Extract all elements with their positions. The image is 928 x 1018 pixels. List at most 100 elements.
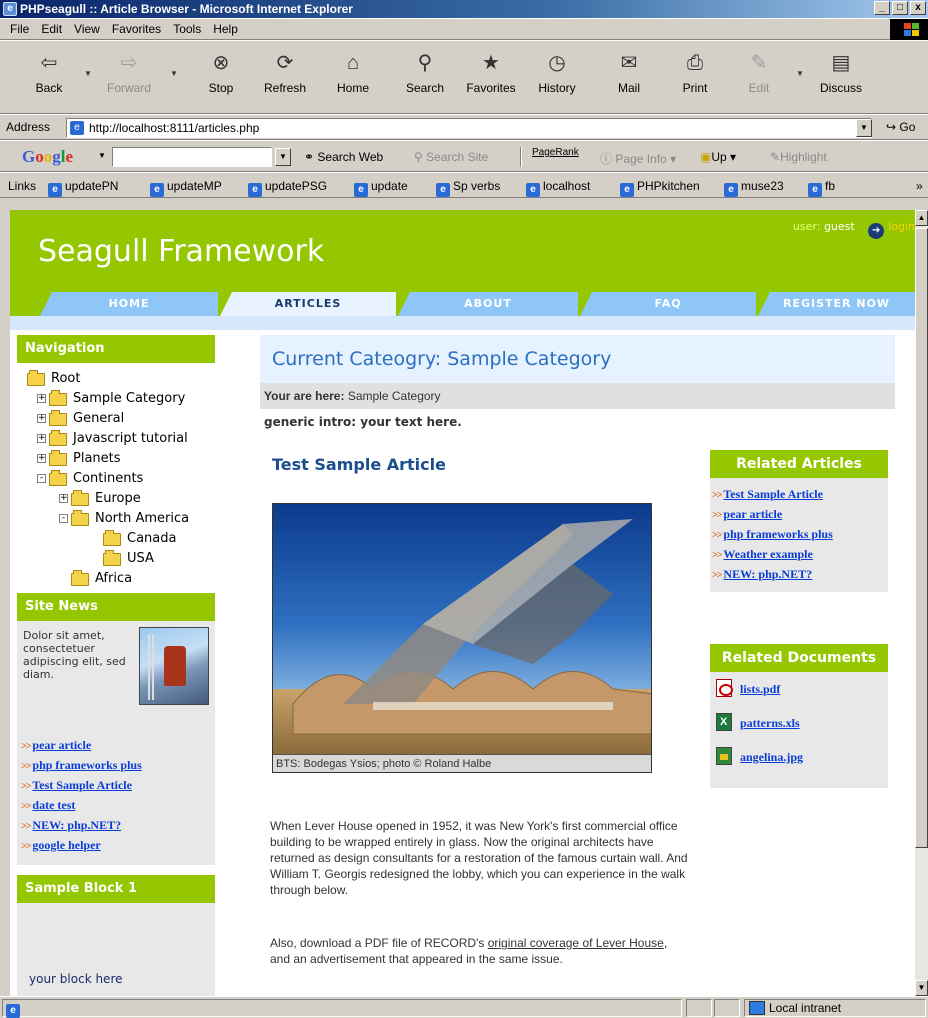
minimize-button[interactable]: _ [874, 1, 890, 15]
news-link-pear-article[interactable]: pear article [32, 738, 91, 752]
doc-link-patterns-xls[interactable]: patterns.xls [740, 716, 800, 730]
address-dropdown-button[interactable]: ▼ [856, 119, 872, 137]
go-button[interactable]: ↪ Go [886, 120, 915, 134]
address-input[interactable] [66, 118, 872, 138]
menu-view[interactable]: View [74, 22, 100, 36]
back-dropdown-icon[interactable]: ▼ [84, 69, 92, 78]
link-sp-verbs[interactable]: e Sp verbs [436, 179, 500, 197]
google-logo[interactable]: Google [22, 147, 73, 167]
home-button[interactable]: ⌂ Home [322, 45, 384, 111]
link-localhost[interactable]: e localhost [526, 179, 590, 197]
window-title-bar[interactable]: e PHPseagull :: Article Browser - Micros… [0, 0, 928, 18]
print-icon: ⎙ [687, 52, 703, 74]
tab-articles[interactable]: ARTICLES [220, 292, 396, 316]
forward-dropdown-icon[interactable]: ▼ [170, 69, 178, 78]
site-news-title: Site News [17, 593, 215, 621]
tree-node-europe[interactable]: + Europe [27, 489, 215, 509]
up-button[interactable]: ▣Up ▾ [700, 150, 736, 164]
status-cell [714, 999, 740, 1017]
search-web-button[interactable]: ⚭ Search Web [304, 150, 383, 164]
related-link-weather-example[interactable]: Weather example [723, 547, 812, 561]
link-updateMP[interactable]: e updateMP [150, 179, 222, 197]
menu-file[interactable]: File [10, 22, 29, 36]
security-zone: Local intranet [744, 999, 926, 1017]
google-menu-dropdown-icon[interactable]: ▼ [98, 151, 106, 160]
doc-link-lists-pdf[interactable]: lists.pdf [740, 682, 780, 696]
link-update[interactable]: e update [354, 179, 408, 197]
related-link-pear-article[interactable]: pear article [723, 507, 782, 521]
tree-node-planets[interactable]: + Planets [27, 449, 215, 469]
mail-button[interactable]: ✉ Mail [598, 45, 660, 111]
login-arrow-icon[interactable]: ➔ [868, 223, 885, 239]
edit-button[interactable]: ✎ Edit [728, 45, 790, 111]
link-muse23[interactable]: e muse23 [724, 179, 784, 197]
menu-favorites[interactable]: Favorites [112, 22, 161, 36]
link-updatePSG[interactable]: e updatePSG [248, 179, 327, 197]
collapse-icon[interactable]: - [37, 474, 46, 483]
expand-icon[interactable]: + [37, 414, 46, 423]
news-link-google-helper[interactable]: google helper [32, 838, 100, 852]
page-info-button[interactable]: ⓘ Page Info ▾ [600, 150, 676, 167]
maximize-button[interactable]: □ [892, 1, 908, 15]
link-phpkitchen[interactable]: e PHPkitchen [620, 179, 700, 197]
edit-dropdown-icon[interactable]: ▼ [796, 69, 804, 78]
expand-icon[interactable]: + [37, 454, 46, 463]
tab-about[interactable]: ABOUT [398, 292, 578, 316]
original-coverage-link[interactable]: original coverage of Lever House [488, 936, 664, 950]
links-overflow-chevron-icon[interactable]: » [916, 179, 923, 193]
favorites-button[interactable]: ★ Favorites [460, 45, 522, 111]
forward-button[interactable]: ⇨ Forward [98, 45, 160, 111]
related-link-php-frameworks-plus[interactable]: php frameworks plus [723, 527, 832, 541]
scroll-down-arrow-icon[interactable]: ▼ [915, 980, 928, 996]
menu-tools[interactable]: Tools [173, 22, 201, 36]
history-button[interactable]: ◷ History [526, 45, 588, 111]
tab-register-now[interactable]: REGISTER NOW [758, 292, 915, 316]
refresh-button[interactable]: ⟳ Refresh [254, 45, 316, 111]
tab-home[interactable]: HOME [40, 292, 218, 316]
list-item: >> php frameworks plus [21, 755, 209, 775]
google-search-input[interactable] [112, 147, 272, 167]
link-fb[interactable]: e fb [808, 179, 835, 197]
menu-edit[interactable]: Edit [41, 22, 62, 36]
highlight-button[interactable]: ✎Highlight [770, 150, 827, 164]
news-link-test-sample-article[interactable]: Test Sample Article [32, 778, 132, 792]
scroll-thumb[interactable] [915, 228, 928, 848]
print-button[interactable]: ⎙ Print [664, 45, 726, 111]
search-site-button[interactable]: ⚲ Search Site [414, 150, 488, 164]
tree-node-north-america[interactable]: - North America [27, 509, 215, 529]
pagerank-indicator[interactable]: PageRank [532, 147, 579, 158]
tree-node-root[interactable]: Root [27, 369, 215, 389]
google-search-dropdown-button[interactable]: ▼ [275, 148, 291, 166]
expand-icon[interactable]: + [37, 434, 46, 443]
back-button[interactable]: ⇦ Back [18, 45, 80, 111]
vertical-scrollbar[interactable]: ▲ ▼ [915, 210, 928, 996]
expand-icon[interactable]: + [37, 394, 46, 403]
folder-icon [49, 410, 67, 426]
expand-icon[interactable]: + [59, 494, 68, 503]
tab-faq[interactable]: FAQ [580, 292, 756, 316]
stop-button[interactable]: ⊗ Stop [190, 45, 252, 111]
tree-node-sample-category[interactable]: + Sample Category [27, 389, 215, 409]
tree-node-usa[interactable]: USA [27, 549, 215, 569]
scroll-up-arrow-icon[interactable]: ▲ [915, 210, 928, 226]
article-paragraph-2: Also, download a PDF file of RECORD's or… [270, 936, 668, 966]
collapse-icon[interactable]: - [59, 514, 68, 523]
news-link-date-test[interactable]: date test [32, 798, 75, 812]
tree-node-general[interactable]: + General [27, 409, 215, 429]
tree-node-africa[interactable]: Africa [27, 569, 215, 589]
link-updatePN[interactable]: e updatePN [48, 179, 118, 197]
discuss-button[interactable]: ▤ Discuss [810, 45, 872, 111]
related-link-php-net[interactable]: NEW: php.NET? [723, 567, 812, 581]
login-link[interactable]: login [888, 220, 915, 233]
tree-node-javascript-tutorial[interactable]: + Javascript tutorial [27, 429, 215, 449]
related-link-test-sample-article[interactable]: Test Sample Article [723, 487, 823, 501]
news-link-php-net[interactable]: NEW: php.NET? [32, 818, 121, 832]
tree-node-canada[interactable]: Canada [27, 529, 215, 549]
news-link-php-frameworks-plus[interactable]: php frameworks plus [32, 758, 141, 772]
ie-app-icon: e [3, 2, 17, 16]
doc-link-angelina-jpg[interactable]: angelina.jpg [740, 750, 803, 764]
search-button[interactable]: ⚲ Search [394, 45, 456, 111]
menu-help[interactable]: Help [213, 22, 238, 36]
close-button[interactable]: x [910, 1, 926, 15]
tree-node-continents[interactable]: - Continents [27, 469, 215, 489]
